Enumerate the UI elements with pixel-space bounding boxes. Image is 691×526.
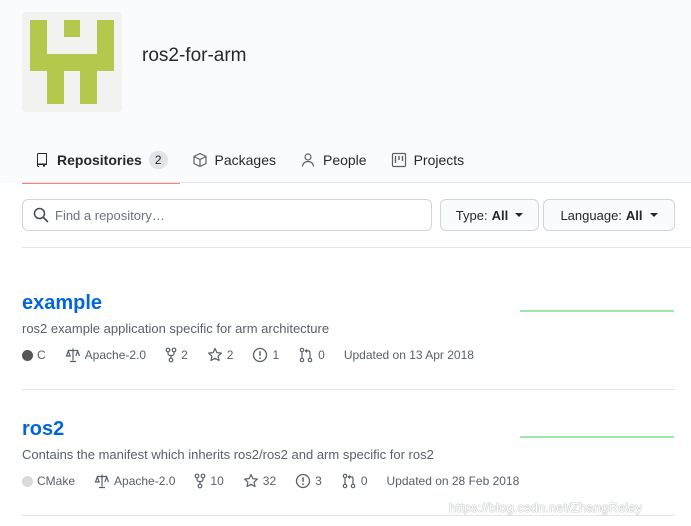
license-label: Apache-2.0	[114, 474, 176, 488]
law-icon	[94, 474, 110, 489]
repo-meta: CMake Apache-2.0 10 32 3 0 Updated on 28…	[22, 473, 675, 489]
issues-count: 1	[272, 348, 280, 362]
repo-language: C	[22, 348, 46, 362]
repositories-count-badge: 2	[148, 150, 168, 169]
repo-name-link[interactable]: example	[22, 292, 102, 315]
license-label: Apache-2.0	[84, 348, 147, 362]
repo-divider	[22, 515, 675, 516]
stars-count: 32	[262, 474, 277, 488]
forks-count: 10	[210, 474, 224, 488]
stars-count: 2	[226, 348, 234, 362]
tab-people-label: People	[322, 151, 367, 168]
pull-requests-count: 0	[318, 348, 325, 362]
activity-sparkline	[520, 310, 674, 312]
fork-icon	[165, 347, 177, 363]
repo-list-item: ros2 Contains the manifest which inherit…	[22, 418, 675, 489]
repo-updated: Updated on 13 Apr 2018	[343, 348, 474, 362]
watermark-text: https://blog.csdn.net/ZhangRelay	[449, 500, 643, 515]
language-color-dot	[22, 475, 33, 487]
star-icon	[207, 347, 222, 362]
search-input[interactable]	[55, 207, 415, 223]
org-tabs: Repositories 2 Packages People Projects	[22, 136, 477, 184]
tab-repositories-label: Repositories	[57, 151, 142, 168]
language-color-dot	[22, 349, 33, 361]
repo-forks[interactable]: 2	[165, 347, 188, 363]
repo-issues[interactable]: 3	[295, 473, 322, 489]
repo-list-item: example ros2 example application specifi…	[22, 292, 675, 363]
tab-repositories[interactable]: Repositories 2	[22, 136, 180, 184]
person-icon	[301, 152, 315, 167]
repo-pull-requests[interactable]: 0	[341, 473, 368, 489]
repo-icon	[37, 152, 47, 167]
chevron-down-icon	[649, 213, 658, 217]
repo-meta: C Apache-2.0 2 2 1 0 Updated on 13 Apr 2…	[22, 347, 675, 363]
project-icon	[391, 152, 406, 167]
org-name: ros2-for-arm	[142, 45, 247, 66]
repo-name-link[interactable]: ros2	[22, 418, 64, 441]
issue-icon	[253, 347, 268, 363]
tab-projects[interactable]: Projects	[379, 136, 477, 183]
repo-license: Apache-2.0	[65, 347, 146, 363]
repo-issues[interactable]: 1	[252, 347, 279, 363]
repo-forks[interactable]: 10	[194, 473, 224, 489]
pull-request-icon	[299, 347, 313, 363]
fork-icon	[195, 473, 206, 489]
filter-divider	[22, 247, 691, 248]
language-label: CMake	[37, 474, 76, 488]
repo-search[interactable]	[22, 199, 432, 231]
pull-requests-count: 0	[360, 474, 368, 488]
tabs-divider	[22, 182, 691, 183]
forks-count: 2	[181, 348, 188, 362]
issue-icon	[295, 473, 311, 489]
language-filter-button[interactable]: Language: All	[543, 199, 675, 231]
repo-stars[interactable]: 2	[207, 347, 234, 363]
pull-request-icon	[342, 473, 356, 489]
star-icon	[243, 473, 258, 488]
repo-license: Apache-2.0	[94, 473, 175, 489]
tab-projects-label: Projects	[413, 151, 465, 168]
language-label: C	[37, 348, 46, 362]
language-filter-label: Language:	[560, 207, 622, 223]
repo-description: Contains the manifest which inherits ros…	[22, 447, 434, 462]
type-filter-value: All	[491, 207, 509, 223]
repo-description: ros2 example application specific for ar…	[22, 321, 330, 336]
law-icon	[65, 348, 80, 363]
tab-packages-label: Packages	[214, 151, 276, 168]
repo-language: CMake	[22, 474, 75, 488]
org-avatar[interactable]	[22, 12, 122, 112]
repo-updated: Updated on 28 Feb 2018	[386, 474, 520, 488]
issues-count: 3	[315, 474, 322, 488]
type-filter-button[interactable]: Type: All	[440, 199, 539, 231]
type-filter-label: Type:	[455, 207, 488, 223]
package-icon	[192, 152, 207, 167]
repo-divider	[22, 389, 675, 390]
tab-people[interactable]: People	[288, 136, 379, 183]
search-icon	[33, 207, 49, 223]
tab-packages[interactable]: Packages	[180, 136, 288, 183]
activity-sparkline	[520, 436, 674, 438]
repo-stars[interactable]: 32	[243, 473, 276, 489]
language-filter-value: All	[625, 207, 643, 223]
chevron-down-icon	[515, 213, 524, 217]
repo-pull-requests[interactable]: 0	[298, 347, 325, 363]
avatar-identicon	[30, 20, 114, 104]
